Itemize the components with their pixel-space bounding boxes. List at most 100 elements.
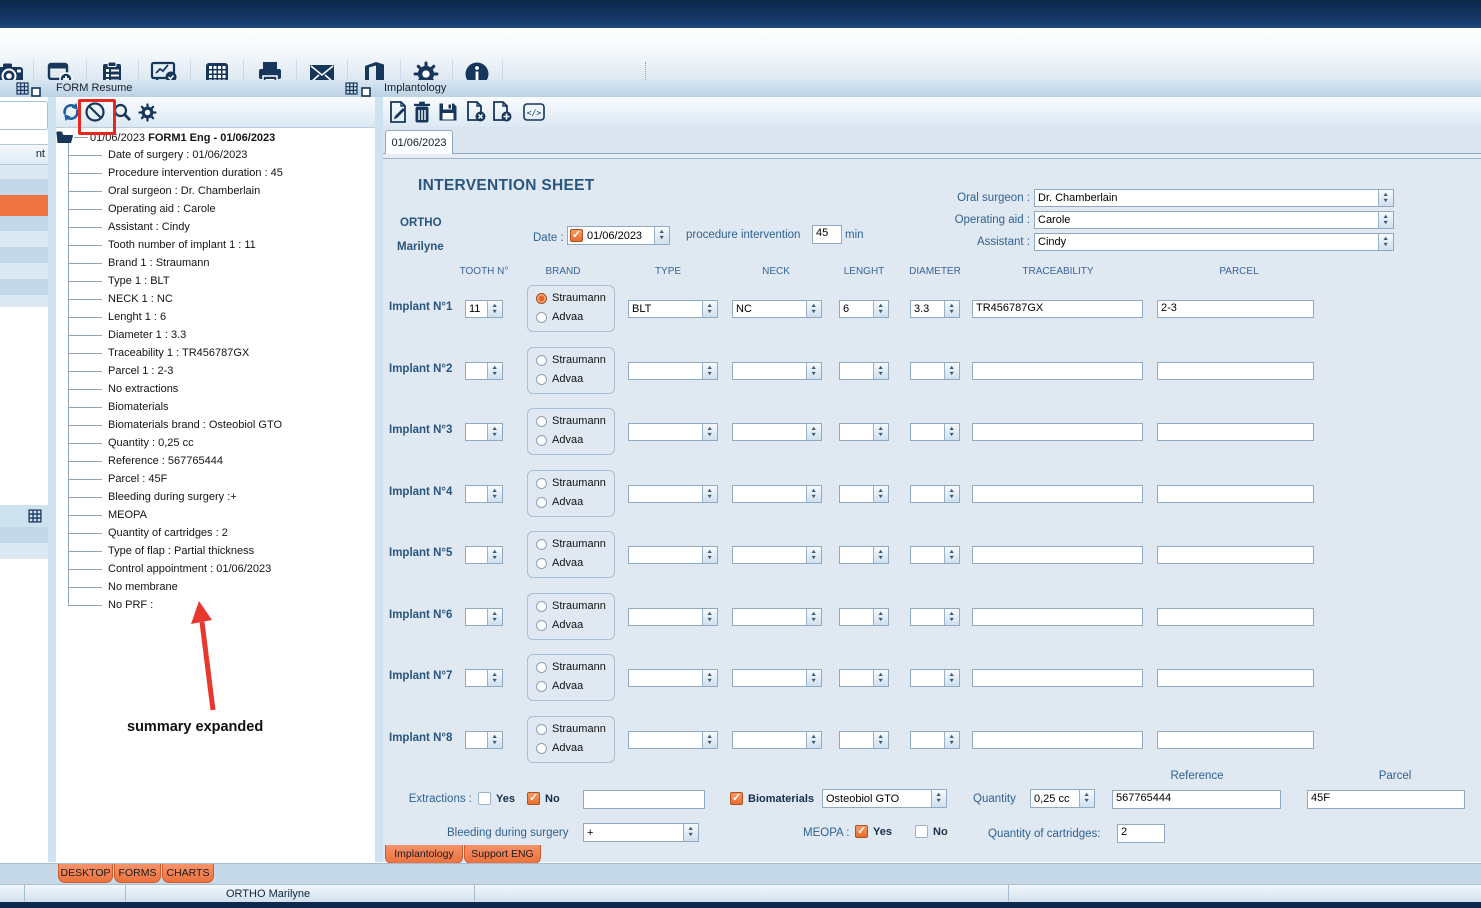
diameter-field[interactable]: ▲▼ bbox=[910, 608, 960, 626]
tooth-field[interactable]: ▲▼ bbox=[465, 362, 503, 380]
spinner-buttons[interactable]: ▲▼ bbox=[806, 670, 821, 686]
advaa-radio[interactable] bbox=[536, 743, 547, 754]
list-item[interactable] bbox=[0, 295, 48, 307]
tree-item[interactable]: Operating aid : Carole bbox=[108, 203, 216, 215]
spinner-buttons[interactable]: ▲▼ bbox=[806, 363, 821, 379]
spinner-buttons[interactable]: ▲▼ bbox=[806, 424, 821, 440]
spinner-buttons[interactable]: ▲▼ bbox=[487, 424, 502, 440]
tooth-field[interactable]: ▲▼ bbox=[465, 669, 503, 687]
diameter-field[interactable]: ▲▼ bbox=[910, 546, 960, 564]
type-field[interactable]: ▲▼ bbox=[628, 546, 718, 564]
spinner-buttons[interactable]: ▲▼ bbox=[806, 732, 821, 748]
date-field[interactable]: 01/06/2023 ▲▼ bbox=[567, 226, 670, 245]
lenght-field[interactable]: ▲▼ bbox=[839, 423, 889, 441]
parcel-input[interactable]: 45F bbox=[1307, 790, 1465, 809]
spinner-buttons[interactable]: ▲▼ bbox=[873, 609, 888, 625]
tooth-field[interactable]: ▲▼ bbox=[465, 608, 503, 626]
spinner-buttons[interactable]: ▲▼ bbox=[873, 732, 888, 748]
spinner-buttons[interactable]: ▲▼ bbox=[806, 301, 821, 317]
type-field[interactable]: ▲▼ bbox=[628, 362, 718, 380]
traceability-input[interactable] bbox=[972, 731, 1143, 749]
tree-item[interactable]: Quantity of cartridges : 2 bbox=[108, 527, 228, 539]
spinner-buttons[interactable]: ▲▼ bbox=[873, 547, 888, 563]
spinner-buttons[interactable]: ▲▼ bbox=[944, 363, 959, 379]
type-field[interactable]: ▲▼ bbox=[628, 485, 718, 503]
delete-trash-button[interactable] bbox=[410, 100, 434, 124]
tooth-field[interactable]: ▲▼ bbox=[465, 546, 503, 564]
tooth-field[interactable]: ▲▼ bbox=[465, 485, 503, 503]
quantity-field[interactable]: 0,25 cc▲▼ bbox=[1030, 789, 1095, 808]
tree-item[interactable]: MEOPA bbox=[108, 509, 147, 521]
neck-field[interactable]: ▲▼ bbox=[732, 669, 822, 687]
tree-item[interactable]: Lenght 1 : 6 bbox=[108, 311, 166, 323]
straumann-radio[interactable] bbox=[536, 601, 547, 612]
tree-item[interactable]: Reference : 567765444 bbox=[108, 455, 223, 467]
tree-item[interactable]: Type 1 : BLT bbox=[108, 275, 170, 287]
traceability-input[interactable] bbox=[972, 669, 1143, 687]
tree-item[interactable]: Procedure intervention duration : 45 bbox=[108, 167, 283, 179]
type-field[interactable]: ▲▼ bbox=[628, 669, 718, 687]
tree-item[interactable]: Biomaterials brand : Osteobiol GTO bbox=[108, 419, 282, 431]
spinner-buttons[interactable]: ▲▼ bbox=[873, 424, 888, 440]
extractions-detail-input[interactable] bbox=[583, 790, 705, 809]
neck-field[interactable]: NC▲▼ bbox=[732, 300, 822, 318]
list-item-selected[interactable] bbox=[0, 195, 48, 216]
extractions-yes-checkbox[interactable] bbox=[478, 792, 491, 805]
spinner-buttons[interactable]: ▲▼ bbox=[702, 363, 717, 379]
traceability-input[interactable] bbox=[972, 362, 1143, 380]
spinner-buttons[interactable]: ▲▼ bbox=[873, 363, 888, 379]
spinner-buttons[interactable]: ▲▼ bbox=[806, 609, 821, 625]
spinner-buttons[interactable]: ▲▼ bbox=[944, 486, 959, 502]
code-view-button[interactable]: </> bbox=[522, 100, 546, 124]
spinner-buttons[interactable]: ▲▼ bbox=[873, 301, 888, 317]
tab-forms[interactable]: FORMS bbox=[114, 864, 161, 883]
tree-item[interactable]: Date of surgery : 01/06/2023 bbox=[108, 149, 247, 161]
traceability-input[interactable] bbox=[972, 423, 1143, 441]
tree-item[interactable]: Bleeding during surgery :+ bbox=[108, 491, 237, 503]
tree-item[interactable]: Traceability 1 : TR456787GX bbox=[108, 347, 249, 359]
neck-field[interactable]: ▲▼ bbox=[732, 485, 822, 503]
neck-field[interactable]: ▲▼ bbox=[732, 423, 822, 441]
diameter-field[interactable]: ▲▼ bbox=[910, 731, 960, 749]
tab-support-eng[interactable]: Support ENG bbox=[464, 845, 541, 864]
parcel-input[interactable] bbox=[1157, 485, 1314, 503]
spinner-buttons[interactable]: ▲▼ bbox=[1378, 212, 1393, 228]
tree-item[interactable]: Assistant : Cindy bbox=[108, 221, 190, 233]
straumann-radio[interactable] bbox=[536, 355, 547, 366]
spinner-buttons[interactable]: ▲▼ bbox=[931, 790, 946, 807]
spinner-buttons[interactable]: ▲▼ bbox=[1378, 190, 1393, 206]
save-button[interactable] bbox=[436, 100, 460, 124]
tooth-field[interactable]: 11▲▼ bbox=[465, 300, 503, 318]
type-field[interactable]: ▲▼ bbox=[628, 608, 718, 626]
parcel-input[interactable] bbox=[1157, 362, 1314, 380]
spinner-buttons[interactable]: ▲▼ bbox=[487, 609, 502, 625]
list-item[interactable] bbox=[0, 263, 48, 279]
list-item[interactable] bbox=[0, 179, 48, 195]
list-item[interactable] bbox=[0, 543, 48, 559]
duration-input[interactable]: 45 bbox=[812, 225, 842, 244]
advaa-radio[interactable] bbox=[536, 374, 547, 385]
spinner-buttons[interactable]: ▲▼ bbox=[873, 486, 888, 502]
diameter-field[interactable]: ▲▼ bbox=[910, 362, 960, 380]
bleeding-combo[interactable]: +▲▼ bbox=[583, 823, 699, 842]
parcel-input[interactable] bbox=[1157, 669, 1314, 687]
list-item[interactable] bbox=[0, 279, 48, 295]
straumann-radio[interactable] bbox=[536, 539, 547, 550]
neck-field[interactable]: ▲▼ bbox=[732, 731, 822, 749]
spinner-buttons[interactable]: ▲▼ bbox=[702, 547, 717, 563]
tree-item[interactable]: No extractions bbox=[108, 383, 178, 395]
new-record-button[interactable] bbox=[386, 100, 410, 124]
lenght-field[interactable]: ▲▼ bbox=[839, 731, 889, 749]
cartridges-input[interactable]: 2 bbox=[1117, 824, 1165, 843]
advaa-radio[interactable] bbox=[536, 620, 547, 631]
advaa-radio[interactable] bbox=[536, 497, 547, 508]
spinner-buttons[interactable]: ▲▼ bbox=[702, 301, 717, 317]
operating-aid-combo[interactable]: Carole▲▼ bbox=[1034, 211, 1394, 229]
type-field[interactable]: ▲▼ bbox=[628, 423, 718, 441]
tree-item[interactable]: Control appointment : 01/06/2023 bbox=[108, 563, 271, 575]
lenght-field[interactable]: ▲▼ bbox=[839, 485, 889, 503]
spinner-buttons[interactable]: ▲▼ bbox=[702, 609, 717, 625]
spinner-buttons[interactable]: ▲▼ bbox=[683, 824, 698, 841]
list-item[interactable] bbox=[0, 527, 48, 543]
advaa-radio[interactable] bbox=[536, 312, 547, 323]
